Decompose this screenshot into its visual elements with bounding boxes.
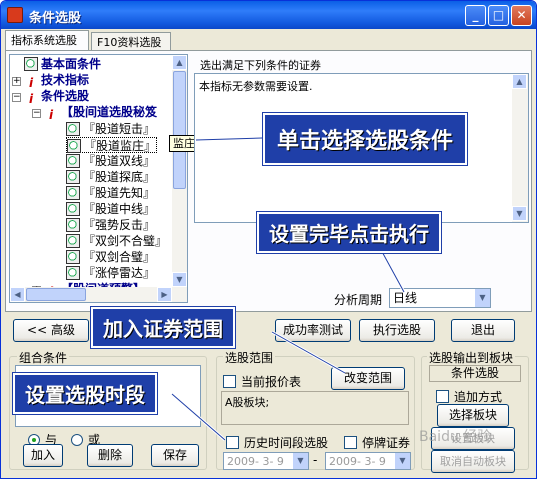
- annotation-click-select: 单击选择选股条件: [263, 113, 468, 165]
- checkbox-icon[interactable]: [223, 375, 236, 388]
- output-group-title: 选股输出到板块: [427, 349, 516, 366]
- radio-icon[interactable]: [71, 434, 83, 446]
- tree-item-condition[interactable]: − i 条件选股: [12, 88, 89, 106]
- period-value: 日线: [393, 291, 418, 305]
- tab-f10[interactable]: F10资料选股: [91, 32, 171, 50]
- annotation-click-execute: 设置完毕点击执行: [257, 212, 441, 253]
- add-button[interactable]: 加入: [23, 444, 63, 467]
- collapse-icon[interactable]: −: [32, 109, 41, 118]
- select-block-button[interactable]: 选择板块: [437, 404, 509, 427]
- tree-item-formula[interactable]: 『双剑不合璧』: [66, 233, 167, 249]
- tree-item-formula[interactable]: 『涨停雷达』: [66, 265, 155, 281]
- date-separator: -: [313, 453, 318, 467]
- magnifier-icon: [66, 170, 80, 184]
- description-vscrollbar[interactable]: ▲ ▼: [512, 74, 528, 222]
- save-button[interactable]: 保存: [151, 444, 199, 467]
- scroll-thumb[interactable]: [173, 71, 186, 189]
- scroll-down-icon[interactable]: ▼: [512, 206, 527, 221]
- tab-indicator[interactable]: 指标系统选股: [5, 30, 89, 51]
- indicator-icon: i: [48, 108, 54, 122]
- condition-tree[interactable]: 基本面条件 + i 技术指标 − i 条件选股 − i 【股间道选股秘笈 『股道短击』 『股…: [9, 54, 188, 303]
- magnifier-icon: [66, 154, 80, 168]
- suspended-checkbox[interactable]: 停牌证券: [344, 434, 410, 451]
- range-group-title: 选股范围: [223, 349, 276, 366]
- output-block-name: 条件选股: [429, 365, 521, 382]
- maximize-button[interactable]: □: [488, 5, 509, 26]
- success-test-button[interactable]: 成功率测试: [275, 319, 351, 342]
- tree-item-formula[interactable]: 『强势反击』: [66, 217, 155, 233]
- tree-item-secret[interactable]: − i 【股间道选股秘笈: [32, 104, 157, 122]
- title-bar[interactable]: 条件选股 _ □ ✕: [1, 1, 536, 29]
- scroll-up-icon[interactable]: ▲: [172, 55, 187, 70]
- expand-icon[interactable]: +: [12, 77, 21, 86]
- range-text: A股板块;: [221, 391, 409, 425]
- checkbox-icon[interactable]: [436, 390, 449, 403]
- history-checkbox[interactable]: 历史时间段选股: [226, 434, 328, 451]
- collapse-icon[interactable]: −: [12, 93, 21, 102]
- chevron-down-icon[interactable]: ▼: [394, 453, 410, 469]
- scroll-down-icon[interactable]: ▼: [172, 272, 187, 287]
- annotation-set-period: 设置选股时段: [13, 373, 157, 414]
- window-title: 条件选股: [29, 11, 82, 26]
- period-select[interactable]: 日线 ▼: [389, 288, 491, 308]
- date-to-field[interactable]: 2009- 3- 9 ▼: [325, 452, 411, 470]
- date-from-field[interactable]: 2009- 3- 9 ▼: [223, 452, 309, 470]
- app-icon: [7, 7, 23, 23]
- tree-item-fundamental[interactable]: 基本面条件: [24, 56, 101, 72]
- magnifier-icon: [67, 139, 81, 153]
- scroll-left-icon[interactable]: ◀: [10, 287, 25, 302]
- tree-item-formula-selected[interactable]: 『股道监庄』: [66, 137, 158, 153]
- checkbox-icon[interactable]: [226, 436, 239, 449]
- magnifier-icon: [66, 266, 80, 280]
- description-label: 选出满足下列条件的证券: [200, 59, 321, 72]
- tree-item-formula[interactable]: 『双剑合璧』: [66, 249, 155, 265]
- watermark: Baidu 经验: [419, 429, 492, 445]
- scroll-up-icon[interactable]: ▲: [512, 74, 527, 89]
- tree-item-formula[interactable]: 『股道双线』: [66, 153, 155, 169]
- annotation-add-range: 加入证券范围: [91, 307, 235, 348]
- tree-hscrollbar[interactable]: ◀ ▶: [10, 287, 187, 302]
- scroll-right-icon[interactable]: ▶: [157, 287, 172, 302]
- tree-vscrollbar[interactable]: ▲ ▼: [172, 55, 187, 287]
- tree-item-formula[interactable]: 『股道探底』: [66, 169, 155, 185]
- magnifier-icon: [66, 218, 80, 232]
- minimize-button[interactable]: _: [465, 5, 486, 26]
- tree-item-formula[interactable]: 『股道先知』: [66, 185, 155, 201]
- tree-item-formula[interactable]: 『股道短击』: [66, 121, 155, 137]
- chevron-down-icon[interactable]: ▼: [474, 289, 490, 307]
- magnifier-icon: [66, 122, 80, 136]
- change-range-button[interactable]: 改变范围: [331, 367, 405, 390]
- scroll-thumb[interactable]: [26, 288, 86, 301]
- cancel-auto-block-button[interactable]: 取消自动板块: [431, 450, 515, 473]
- magnifier-icon: [66, 250, 80, 264]
- advanced-button[interactable]: << 高级: [13, 319, 89, 342]
- close-button[interactable]: ✕: [511, 5, 532, 26]
- append-checkbox[interactable]: 追加方式: [436, 388, 502, 405]
- description-text: 本指标无参数需要设置.: [199, 80, 313, 93]
- combo-group-title: 组合条件: [17, 349, 70, 366]
- magnifier-icon: [66, 202, 80, 216]
- magnifier-icon: [66, 234, 80, 248]
- tree-item-formula[interactable]: 『股道中线』: [66, 201, 155, 217]
- delete-button[interactable]: 删除: [87, 444, 133, 467]
- period-label: 分析周期: [334, 293, 383, 307]
- chevron-down-icon[interactable]: ▼: [292, 453, 308, 469]
- magnifier-icon: [24, 57, 38, 71]
- execute-button[interactable]: 执行选股: [359, 319, 435, 342]
- current-quote-checkbox[interactable]: 当前报价表: [223, 373, 301, 390]
- exit-button[interactable]: 退出: [451, 319, 515, 342]
- tree-item-technical[interactable]: + i 技术指标: [12, 72, 89, 90]
- checkbox-icon[interactable]: [344, 436, 357, 449]
- magnifier-icon: [66, 186, 80, 200]
